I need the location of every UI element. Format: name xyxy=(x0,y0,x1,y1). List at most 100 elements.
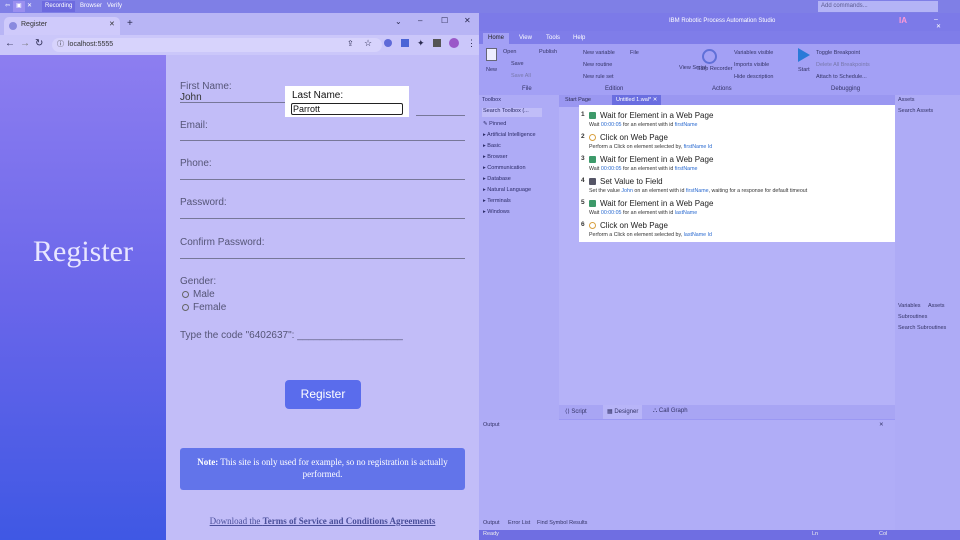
step-number: 1 xyxy=(581,111,585,118)
script-steps: 1 Wait for Element in a Web Page Wait 00… xyxy=(579,105,897,242)
new-variable-button[interactable]: New variable xyxy=(583,50,615,56)
password-field[interactable] xyxy=(180,218,465,219)
verify-button[interactable]: Verify xyxy=(104,1,125,12)
subroutines-search-input[interactable]: Search Subroutines xyxy=(898,325,946,331)
register-side-panel: Register xyxy=(0,55,166,540)
stop-recorder-button[interactable]: Stop Recorder xyxy=(697,66,732,72)
new-button[interactable]: New xyxy=(486,67,497,73)
new-routine-button[interactable]: New routine xyxy=(583,62,612,68)
browser-tab[interactable]: Register ✕ xyxy=(4,17,120,35)
record-icon[interactable]: ▣ xyxy=(13,1,25,12)
bookmark-star-icon[interactable]: ☆ xyxy=(364,38,372,49)
tab-script[interactable]: ⟨⟩ Script xyxy=(565,408,587,415)
phone-field[interactable] xyxy=(180,179,465,180)
toolbox-item-database[interactable]: ▸ Database xyxy=(483,176,536,187)
assets-search-input[interactable]: Search Assets xyxy=(898,108,933,114)
new-rule-set-button[interactable]: New rule set xyxy=(583,74,614,80)
female-radio[interactable] xyxy=(182,304,189,311)
browser-button[interactable]: Browser xyxy=(77,1,105,12)
tab-tools[interactable]: Tools xyxy=(541,33,565,44)
info-icon[interactable]: ⓘ xyxy=(57,38,64,52)
menu-kebab-icon[interactable]: ⋮ xyxy=(467,38,476,49)
last-name-field[interactable]: Parrott xyxy=(291,103,403,115)
puzzle-icon[interactable]: ✦ xyxy=(417,38,425,49)
output-panel: Output ✕ Output Error List Find Symbol R… xyxy=(479,420,895,530)
reload-icon[interactable]: ↻ xyxy=(35,38,43,49)
new-file-icon[interactable] xyxy=(486,48,497,61)
start-play-icon[interactable] xyxy=(798,48,810,62)
male-label: Male xyxy=(193,289,215,300)
note-text: This site is only used for example, so n… xyxy=(218,457,448,479)
toolbox-item-natural-language[interactable]: ▸ Natural Language xyxy=(483,187,536,198)
share-icon[interactable]: ⇪ xyxy=(347,39,354,48)
back-arrow-icon[interactable]: ← xyxy=(5,38,15,49)
add-commands-input[interactable]: Add commands... xyxy=(818,1,938,12)
rpa-studio-window: IBM Robotic Process Automation Studio IA… xyxy=(479,13,960,540)
extension-2-icon[interactable] xyxy=(401,39,409,47)
step-description: Set the value John on an element with id… xyxy=(589,188,808,194)
avatar[interactable] xyxy=(449,38,459,48)
toolbox-item-basic[interactable]: ▸ Basic xyxy=(483,143,536,154)
tab-call-graph[interactable]: ⛬ Call Graph xyxy=(653,408,688,415)
minimize-window-icon[interactable]: – xyxy=(418,16,422,25)
stop-recorder-icon[interactable] xyxy=(702,49,717,64)
extension-icon[interactable] xyxy=(384,39,392,47)
tab-error-list[interactable]: Error List xyxy=(508,520,530,526)
tab-view[interactable]: View xyxy=(514,33,537,44)
download-terms-link[interactable]: Download the Terms of Service and Condit… xyxy=(166,516,479,526)
tab-find-symbol-results[interactable]: Find Symbol Results xyxy=(537,520,587,526)
toolbox-item-terminals[interactable]: ▸ Terminals xyxy=(483,198,536,209)
variables-visible-button[interactable]: Variables visible xyxy=(734,50,773,56)
close-window-icon[interactable]: ✕ xyxy=(936,23,941,30)
hide-description-button[interactable]: Hide description xyxy=(734,74,773,80)
maximize-icon[interactable]: ☐ xyxy=(441,16,448,25)
code-prompt[interactable]: Type the code "6402637": _______________… xyxy=(180,330,403,341)
tab-designer[interactable]: ▦ Designer xyxy=(603,405,643,419)
close-icon[interactable]: ✕ xyxy=(24,1,35,12)
new-tab-icon[interactable]: + xyxy=(127,18,133,29)
toolbox-item-windows[interactable]: ▸ Windows xyxy=(483,209,536,220)
tab-start-page[interactable]: Start Page xyxy=(565,97,591,103)
minimize-icon[interactable]: – xyxy=(934,16,938,23)
tab-assets[interactable]: Assets xyxy=(928,303,945,309)
open-button[interactable]: Open xyxy=(503,49,516,55)
publish-button[interactable]: Publish xyxy=(539,49,557,55)
toolbox-item-browser[interactable]: ▸ Browser xyxy=(483,154,536,165)
sidepanel-icon[interactable] xyxy=(433,39,441,47)
register-button[interactable]: Register xyxy=(285,380,361,409)
toolbox-item-pinned[interactable]: ✎ Pinned xyxy=(483,121,536,132)
step-title: Wait for Element in a Web Page xyxy=(600,111,714,120)
save-all-button[interactable]: Save All xyxy=(511,73,531,79)
recorder-toolbar: ⇦ ▣ ✕ Recording Browser Verify Add comma… xyxy=(0,0,960,13)
toolbox-search-input[interactable]: Search Toolbox (... xyxy=(482,108,542,117)
assets-panel: Assets Search Assets Variables Assets Su… xyxy=(895,95,960,530)
close-output-icon[interactable]: ✕ xyxy=(879,422,884,428)
male-radio[interactable] xyxy=(182,291,189,298)
delete-all-breakpoints-button[interactable]: Delete All Breakpoints xyxy=(816,62,870,68)
toolbox-item-communication[interactable]: ▸ Communication xyxy=(483,165,536,176)
recording-button[interactable]: Recording xyxy=(42,1,76,12)
file-menu-button[interactable]: File xyxy=(630,50,639,56)
download-link-text[interactable]: Terms of Service and Conditions Agreemen… xyxy=(263,516,436,526)
click-icon xyxy=(589,134,596,141)
toolbox-item-ai[interactable]: ▸ Artificial Intelligence xyxy=(483,132,536,143)
url-field[interactable]: ⓘ localhost:5555 xyxy=(52,38,382,52)
attach-to-schedule-button[interactable]: Attach to Schedule... xyxy=(816,74,867,80)
back-icon[interactable]: ⇦ xyxy=(2,1,13,12)
confirm-password-field[interactable] xyxy=(180,258,465,259)
step-number: 3 xyxy=(581,155,585,162)
minimize-icon[interactable]: ⌄ xyxy=(395,17,402,26)
close-tab-icon[interactable]: ✕ xyxy=(109,20,115,28)
email-field[interactable] xyxy=(180,140,465,141)
tab-output[interactable]: Output xyxy=(483,520,500,526)
tab-variables[interactable]: Variables xyxy=(898,303,921,309)
save-button[interactable]: Save xyxy=(511,61,524,67)
start-button[interactable]: Start xyxy=(798,67,810,73)
imports-visible-button[interactable]: Imports visible xyxy=(734,62,769,68)
forward-arrow-icon[interactable]: → xyxy=(20,38,30,49)
tab-home[interactable]: Home xyxy=(483,33,510,44)
close-window-icon[interactable]: ✕ xyxy=(464,16,471,25)
url-text: localhost:5555 xyxy=(68,41,114,48)
toggle-breakpoint-button[interactable]: Toggle Breakpoint xyxy=(816,50,860,56)
tab-help[interactable]: Help xyxy=(568,33,590,44)
